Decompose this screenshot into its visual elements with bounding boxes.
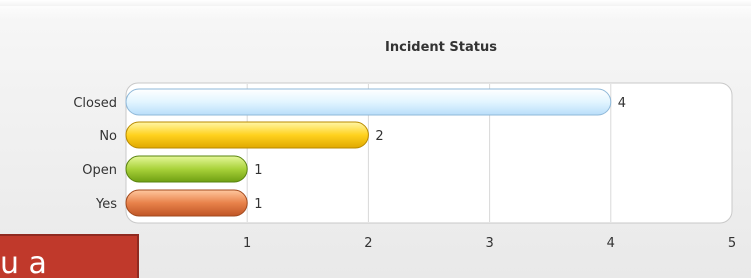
category-label: Closed bbox=[73, 96, 117, 111]
data-label: 1 bbox=[254, 197, 262, 212]
data-label: 1 bbox=[254, 163, 262, 178]
x-tick-label: 1 bbox=[243, 236, 251, 251]
data-label: 4 bbox=[618, 96, 626, 111]
x-tick-label: 4 bbox=[607, 236, 615, 251]
bar-no bbox=[125, 121, 369, 149]
bar-open bbox=[125, 155, 248, 183]
bar-closed bbox=[125, 88, 612, 116]
x-tick-label: 3 bbox=[485, 236, 493, 251]
data-label: 2 bbox=[375, 129, 383, 144]
overlay-badge: u a bbox=[0, 234, 139, 278]
x-tick-label: 5 bbox=[728, 236, 736, 251]
bar-yes bbox=[125, 189, 248, 217]
x-tick-label: 2 bbox=[364, 236, 372, 251]
overlay-badge-text: u a bbox=[0, 246, 47, 278]
category-label: No bbox=[99, 129, 117, 144]
category-label: Yes bbox=[95, 197, 117, 212]
category-label: Open bbox=[82, 163, 117, 178]
